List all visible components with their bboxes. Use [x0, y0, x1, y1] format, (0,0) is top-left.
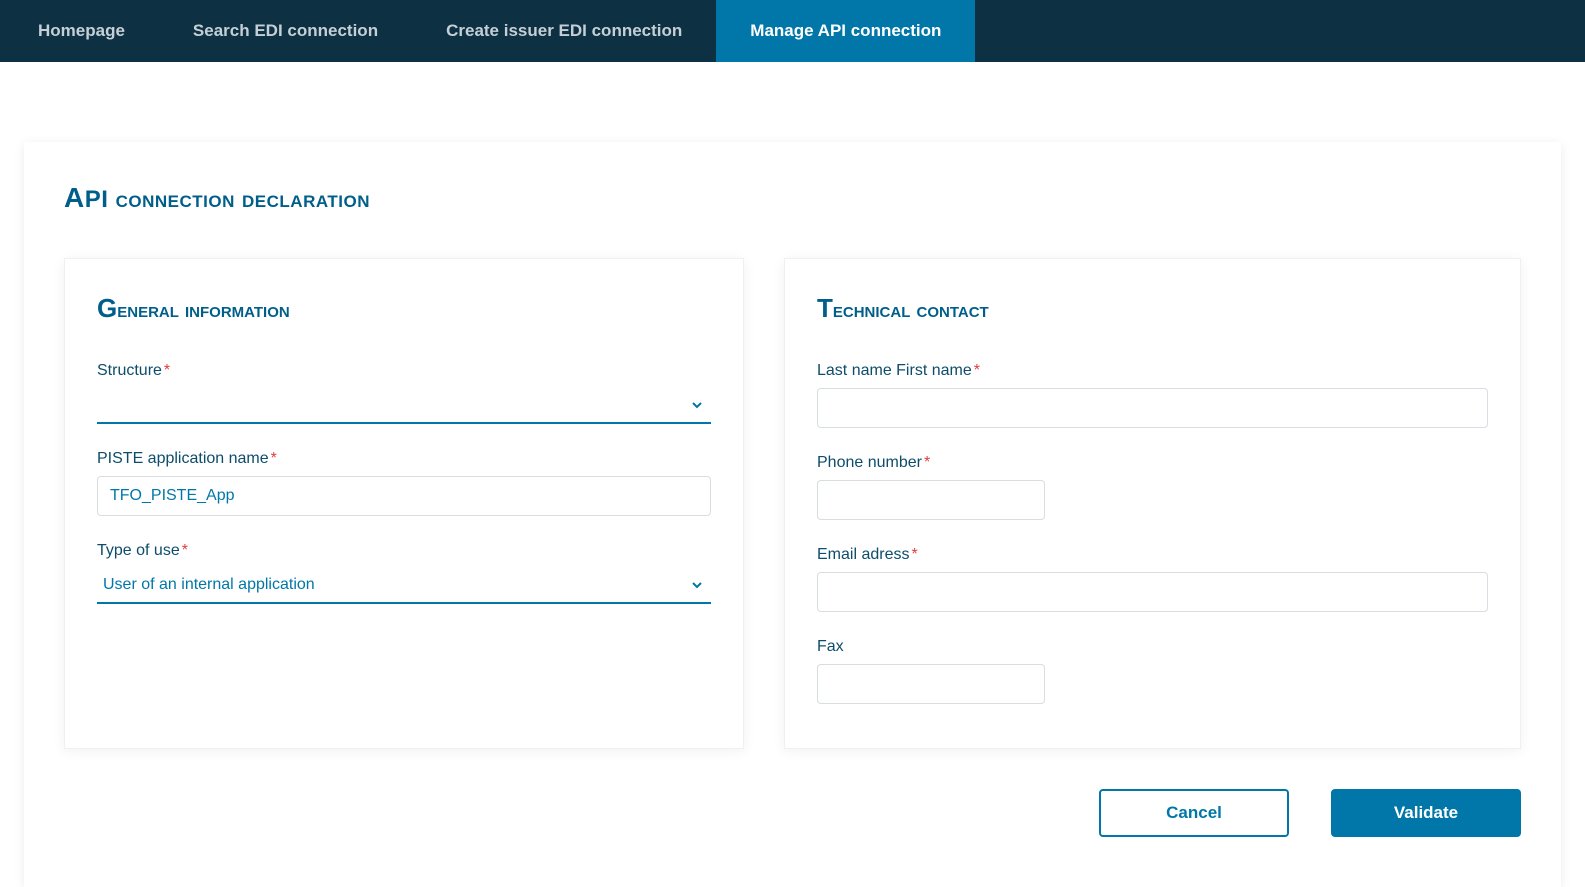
name-input[interactable]: [817, 388, 1488, 428]
phone-input[interactable]: [817, 480, 1045, 520]
nav-item-manage-api[interactable]: Manage API connection: [716, 0, 975, 62]
structure-label: Structure*: [97, 362, 711, 380]
top-nav: Homepage Search EDI connection Create is…: [0, 0, 1585, 62]
chevron-down-icon: [689, 397, 705, 413]
main-panel: API connection declaration General infor…: [24, 142, 1561, 887]
required-mark: *: [164, 362, 170, 379]
required-mark: *: [911, 546, 917, 563]
cancel-button[interactable]: Cancel: [1099, 789, 1289, 837]
fax-field: Fax: [817, 638, 1488, 704]
email-field: Email adress*: [817, 546, 1488, 612]
name-field: Last name First name*: [817, 362, 1488, 428]
required-mark: *: [182, 542, 188, 559]
email-label-text: Email adress: [817, 546, 909, 563]
nav-item-create-issuer-edi[interactable]: Create issuer EDI connection: [412, 0, 716, 62]
phone-label-text: Phone number: [817, 454, 922, 471]
general-information-card: General information Structure* PISTE app…: [64, 258, 744, 749]
structure-select[interactable]: [97, 388, 711, 424]
phone-field: Phone number*: [817, 454, 1488, 520]
general-information-title: General information: [97, 293, 711, 324]
fax-label: Fax: [817, 638, 1488, 656]
phone-label: Phone number*: [817, 454, 1488, 472]
cards-row: General information Structure* PISTE app…: [64, 258, 1521, 749]
chevron-down-icon: [689, 577, 705, 593]
technical-contact-card: Technical contact Last name First name* …: [784, 258, 1521, 749]
name-label-text: Last name First name: [817, 362, 972, 379]
piste-label-text: PISTE application name: [97, 450, 269, 467]
buttons-row: Cancel Validate: [64, 789, 1521, 837]
piste-app-name-field: PISTE application name*: [97, 450, 711, 516]
type-of-use-select-value: User of an internal application: [103, 576, 315, 594]
name-label: Last name First name*: [817, 362, 1488, 380]
required-mark: *: [974, 362, 980, 379]
structure-field: Structure*: [97, 362, 711, 424]
email-input[interactable]: [817, 572, 1488, 612]
nav-item-search-edi[interactable]: Search EDI connection: [159, 0, 412, 62]
type-of-use-label: Type of use*: [97, 542, 711, 560]
technical-contact-title: Technical contact: [817, 293, 1488, 324]
fax-label-text: Fax: [817, 638, 844, 655]
email-label: Email adress*: [817, 546, 1488, 564]
type-of-use-field: Type of use* User of an internal applica…: [97, 542, 711, 604]
required-mark: *: [924, 454, 930, 471]
structure-label-text: Structure: [97, 362, 162, 379]
nav-item-homepage[interactable]: Homepage: [4, 0, 159, 62]
page-title: API connection declaration: [64, 182, 1521, 214]
fax-input[interactable]: [817, 664, 1045, 704]
piste-app-name-input[interactable]: [97, 476, 711, 516]
required-mark: *: [271, 450, 277, 467]
type-of-use-select[interactable]: User of an internal application: [97, 568, 711, 604]
type-label-text: Type of use: [97, 542, 180, 559]
piste-app-name-label: PISTE application name*: [97, 450, 711, 468]
validate-button[interactable]: Validate: [1331, 789, 1521, 837]
